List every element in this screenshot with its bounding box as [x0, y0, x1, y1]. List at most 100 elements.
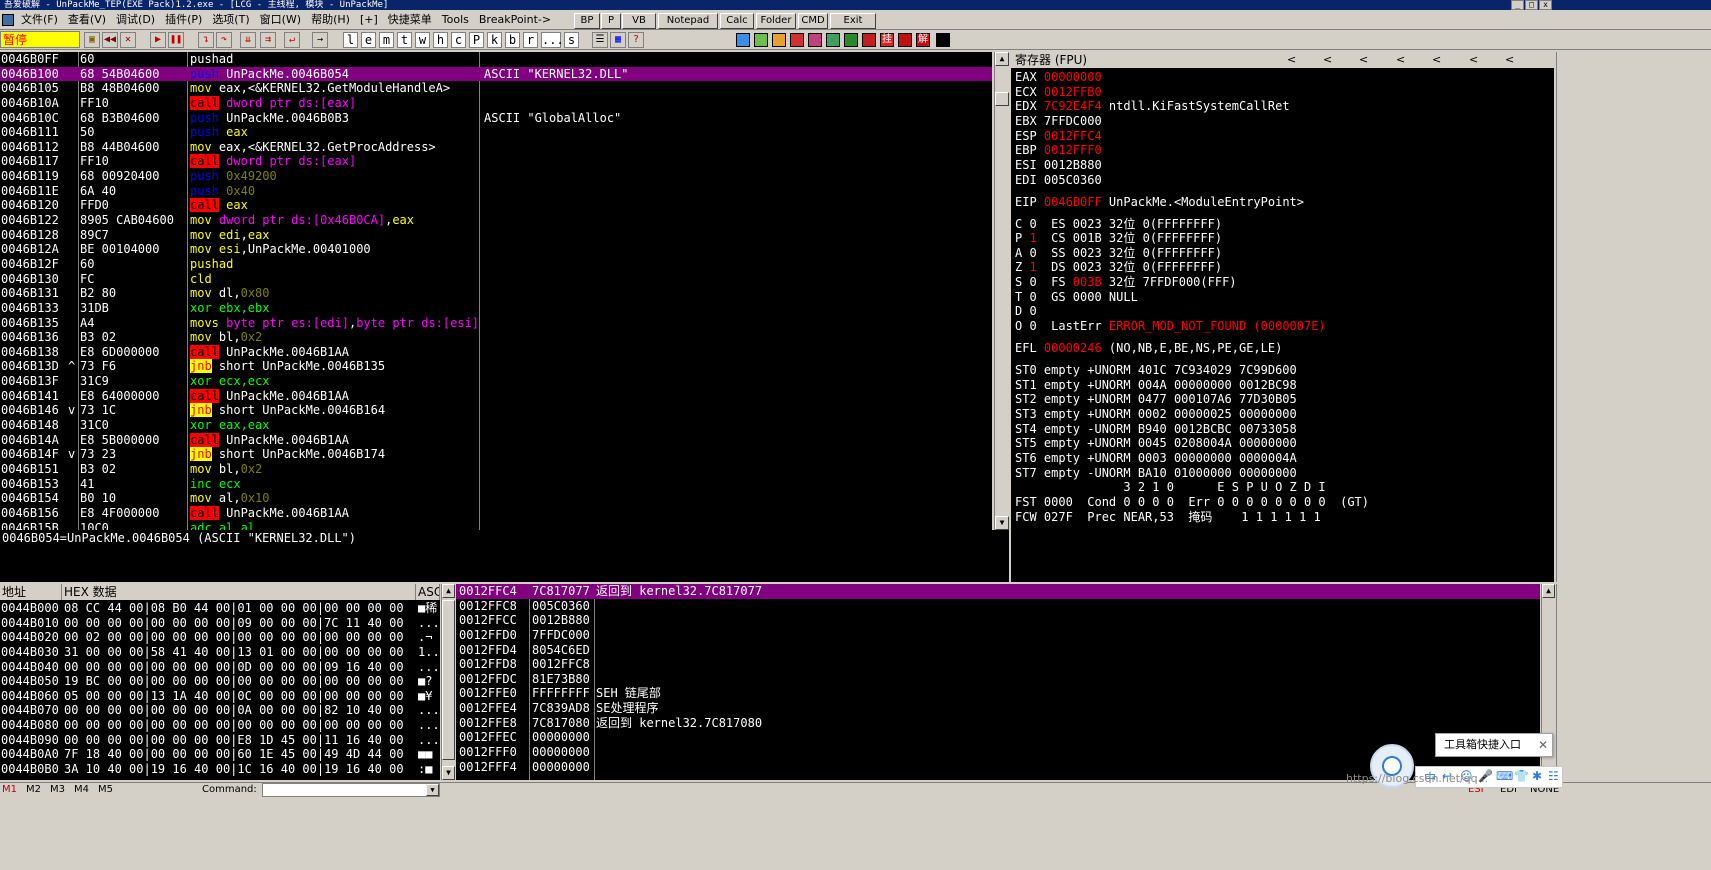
menu-file[interactable]: 文件(F)	[16, 10, 63, 29]
register-line[interactable]: ESI 0012B880	[1015, 158, 1102, 173]
step-into-icon[interactable]: ↴	[198, 32, 214, 48]
register-line[interactable]: 3 2 1 0 E S P U O Z D I	[1015, 480, 1325, 495]
register-line[interactable]: S 0 FS 003B 32位 7FFDF000(FFF)	[1015, 275, 1237, 290]
folder-button[interactable]: Folder	[756, 13, 796, 29]
plugin-icon-10[interactable]	[936, 33, 950, 47]
minimize-button[interactable]: _	[1511, 0, 1524, 10]
scroll-up-button[interactable]: ▲	[442, 584, 455, 598]
disasm-row[interactable]: 0046B111 50 push eax	[0, 125, 992, 140]
scroll-down-button[interactable]: ▼	[442, 766, 455, 780]
register-line[interactable]: EDX 7C92E4F4 ntdll.KiFastSystemCallRet	[1015, 99, 1290, 114]
plugin-icon-2[interactable]	[754, 33, 768, 47]
disasm-row[interactable]: 0046B138 E8 6D000000 call UnPackMe.0046B1A…	[0, 344, 992, 360]
run-icon[interactable]: ▶	[150, 32, 166, 48]
scroll-thumb[interactable]	[995, 92, 1009, 106]
plugin-icon-8[interactable]	[862, 33, 876, 47]
dump-row[interactable]: 0044B020 00 02 00 00|00 00 00 00|00 00 00…	[0, 630, 440, 645]
dump-row[interactable]: 0044B070 00 00 00 00|00 00 00 00|0A 00 00…	[0, 703, 440, 718]
register-line[interactable]: ST0 empty +UNORM 401C 7C934029 7C99D600	[1015, 363, 1297, 378]
modules-button[interactable]: e	[361, 32, 376, 48]
mark-m3[interactable]: M3	[50, 784, 65, 795]
dump-row[interactable]: 0044B030 31 00 00 00|58 41 40 00|13 01 00…	[0, 645, 440, 660]
close-button[interactable]: x	[1539, 0, 1552, 10]
stack-row[interactable]: 0012FFD4 8054C6ED	[456, 643, 1540, 658]
threads-button[interactable]: t	[397, 32, 412, 48]
call-stack-button[interactable]: k	[487, 32, 502, 48]
register-line[interactable]: D 0	[1015, 304, 1037, 319]
references-button[interactable]: r	[523, 32, 538, 48]
menu-tools[interactable]: Tools	[437, 10, 474, 29]
registers-pane[interactable]: 寄存器 (FPU) < < < < < < < EAX 00000000 ECX …	[1011, 52, 1554, 582]
trace-over-icon[interactable]: ⇉	[260, 32, 276, 48]
ime-tools-icon[interactable]: ✱	[1532, 769, 1542, 783]
run-trace-button[interactable]: ...	[541, 32, 564, 48]
disasm-row[interactable]: 0046B128 89C7 mov edi,eax	[0, 228, 992, 243]
vb-button[interactable]: VB	[622, 13, 656, 29]
stack-row[interactable]: 0012FFC4 7C817077 返回到 kernel32.7C817077	[456, 584, 1540, 599]
patches-button[interactable]: P	[469, 32, 484, 48]
ime-menu-icon[interactable]: ☷	[1548, 769, 1559, 783]
dump-header-ascii[interactable]: ASCII	[416, 584, 440, 600]
register-line[interactable]: ST5 empty +UNORM 0045 0208004A 00000000	[1015, 436, 1297, 451]
disassembly-pane[interactable]: 0046B0FF 60 pushad 0046B100 68 54B04600 push …	[0, 52, 992, 530]
hook-icon[interactable]: 挂	[880, 33, 894, 47]
app-icon[interactable]	[2, 14, 14, 26]
dump-row[interactable]: 0044B080 00 00 00 00|00 00 00 00|00 00 00…	[0, 718, 440, 733]
disasm-row[interactable]: 0046B146 v 73 1C jnb short UnPackMe.0046B16…	[0, 403, 992, 418]
register-line[interactable]: ESP 0012FFC4	[1015, 129, 1102, 144]
register-line[interactable]: ECX 0012FFB0	[1015, 85, 1102, 100]
register-line[interactable]: ST3 empty +UNORM 0002 00000025 00000000	[1015, 407, 1297, 422]
stack-row[interactable]: 0012FFE0 FFFFFFFF SEH 链尾部	[456, 686, 1540, 701]
register-nav-arrow[interactable]: <	[1432, 52, 1441, 68]
menu-plus[interactable]: [+]	[355, 10, 383, 29]
disasm-row[interactable]: 0046B0FF 60 pushad	[0, 52, 992, 67]
mark-m2[interactable]: M2	[26, 784, 41, 795]
list-icon[interactable]: ☰	[592, 32, 608, 48]
register-line[interactable]: FCW 027F Prec NEAR,53 掩码 1 1 1 1 1 1	[1015, 510, 1321, 525]
stack-row[interactable]: 0012FFD0 7FFDC000	[456, 628, 1540, 643]
dump-row[interactable]: 0044B060 05 00 00 00|13 1A 40 00|0C 00 00…	[0, 689, 440, 704]
disasm-row[interactable]: 0046B156 E8 4F000000 call UnPackMe.0046B1A…	[0, 505, 992, 521]
disasm-row[interactable]: 0046B11E 6A 40 push 0x40	[0, 184, 992, 199]
menu-window[interactable]: 窗口(W)	[255, 10, 306, 29]
menu-debug[interactable]: 调试(D)	[111, 10, 160, 29]
source-button[interactable]: s	[564, 32, 579, 48]
register-nav-arrow[interactable]: <	[1469, 52, 1478, 68]
dump-row[interactable]: 0044B050 19 BC 00 00|00 00 00 00|00 00 00…	[0, 674, 440, 689]
stack-row[interactable]: 0012FFC8 005C0360	[456, 599, 1540, 614]
register-nav-arrow[interactable]: <	[1359, 52, 1368, 68]
register-line[interactable]: P 1 CS 001B 32位 0(FFFFFFFF)	[1015, 231, 1222, 246]
execute-till-return-icon[interactable]: ↵	[284, 32, 300, 48]
register-line[interactable]: ST6 empty +UNORM 0003 00000000 0000004A	[1015, 451, 1297, 466]
stack-row[interactable]: 0012FFD8 0012FFC8	[456, 657, 1540, 672]
plugin-icon-3[interactable]	[772, 33, 786, 47]
register-nav-arrow[interactable]: <	[1505, 52, 1514, 68]
bp-button[interactable]: BP	[574, 13, 600, 29]
register-line[interactable]: EDI 005C0360	[1015, 173, 1102, 188]
register-line[interactable]: O 0 LastErr ERROR_MOD_NOT_FOUND (0000007…	[1015, 319, 1326, 334]
disasm-row[interactable]: 0046B131 B2 80 mov dl,0x80	[0, 286, 992, 301]
restart-icon[interactable]: ◀◀	[102, 32, 118, 48]
register-line[interactable]: C 0 ES 0023 32位 0(FFFFFFFF)	[1015, 217, 1222, 232]
stack-row[interactable]: 0012FFCC 0012B880	[456, 613, 1540, 628]
handles-button[interactable]: h	[433, 32, 448, 48]
cpu-button[interactable]: c	[451, 32, 466, 48]
mark-m4[interactable]: M4	[74, 784, 89, 795]
register-line[interactable]: Z 1 DS 0023 32位 0(FFFFFFFF)	[1015, 260, 1222, 275]
step-over-icon[interactable]: ↷	[216, 32, 232, 48]
register-nav-arrow[interactable]: <	[1287, 52, 1296, 68]
plugin-icon-1[interactable]	[736, 33, 750, 47]
menu-view[interactable]: 查看(V)	[63, 10, 111, 29]
register-line[interactable]: ST4 empty -UNORM B940 0012BCBC 00733058	[1015, 422, 1297, 437]
disasm-row[interactable]: 0046B130 FC cld	[0, 272, 992, 287]
p-button[interactable]: P	[601, 13, 621, 29]
disasm-row[interactable]: 0046B148 31C0 xor eax,eax	[0, 418, 992, 433]
disasm-row[interactable]: 0046B105 B8 48B04600 mov eax,<&KERNEL32.Ge…	[0, 81, 992, 96]
ime-keyboard-icon[interactable]: ⌨	[1496, 769, 1513, 783]
disasm-row[interactable]: 0046B153 41 inc ecx	[0, 477, 992, 492]
dump-row[interactable]: 0044B010 00 00 00 00|00 00 00 00|09 00 00…	[0, 616, 440, 631]
exit-button[interactable]: Exit	[830, 13, 876, 29]
disasm-row[interactable]: 0046B136 B3 02 mov bl,0x2	[0, 330, 992, 345]
dump-header-hex[interactable]: HEX 数据	[62, 584, 416, 600]
toast-close-icon[interactable]: ✕	[1538, 734, 1548, 756]
